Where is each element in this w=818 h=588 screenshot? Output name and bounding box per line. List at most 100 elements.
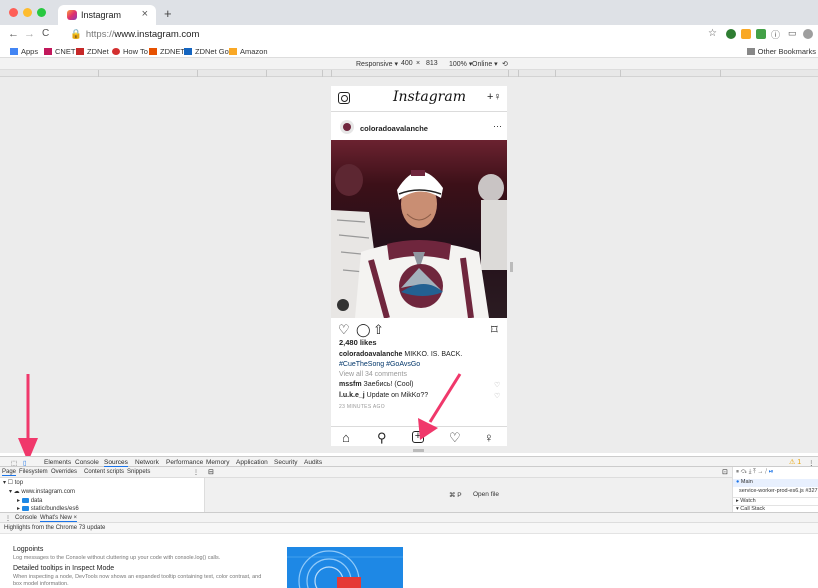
network-throttle-dropdown[interactable]: Online ▾	[472, 60, 498, 68]
extension-icon-3[interactable]	[756, 29, 766, 39]
instagram-logo[interactable]: Instagram	[393, 89, 466, 105]
share-icon[interactable]: ⇧	[373, 322, 384, 338]
tab-page[interactable]: Page	[2, 469, 17, 476]
post-caption: coloradoavalanche MIKKO. IS. BACK. #CueT…	[339, 350, 505, 370]
tab-close-icon[interactable]: ×	[142, 8, 148, 20]
tab-application[interactable]: Application	[236, 459, 268, 466]
bookmark-zdnet-2[interactable]: ZDNET	[149, 47, 185, 56]
tab-content-scripts[interactable]: Content scripts	[84, 469, 124, 475]
tab-performance[interactable]: Performance	[166, 459, 203, 466]
caption-hashtags[interactable]: #CueTheSong #GoAvsGo	[339, 361, 420, 368]
bookmark-zdnet[interactable]: ZDNet	[76, 47, 109, 56]
comment-text: Заебись! (Cool)	[361, 381, 414, 388]
more-options-icon[interactable]: ···	[493, 121, 502, 131]
other-bookmarks[interactable]: Other Bookmarks	[746, 47, 816, 56]
extension-icon-1[interactable]	[726, 29, 736, 39]
forward-button[interactable]: →	[24, 28, 35, 40]
media-query-ruler[interactable]	[0, 70, 818, 77]
navigator-menu-icon[interactable]: ⋮	[193, 469, 199, 476]
whats-new-item-title[interactable]: Logpoints	[13, 546, 43, 553]
tab-memory[interactable]: Memory	[206, 459, 229, 466]
drawer-tab-console[interactable]: Console	[15, 515, 37, 521]
drawer-tab-whats-new[interactable]: What's New ×	[40, 515, 77, 522]
inspect-element-icon[interactable]: ⬚	[11, 459, 17, 467]
navigation-bar: ← → C 🔒 https://www.instagram.com ☆ ⓘ ▭	[0, 25, 818, 44]
comment-icon[interactable]: ◯	[356, 322, 371, 338]
tab-overrides[interactable]: Overrides	[51, 469, 77, 475]
device-height-input[interactable]: 813	[426, 60, 438, 67]
address-bar[interactable]: 🔒 https://www.instagram.com	[70, 29, 199, 40]
new-tab-button[interactable]: +	[164, 6, 172, 21]
maximize-window-button[interactable]	[37, 8, 46, 17]
bookmark-amazon[interactable]: Amazon	[229, 47, 268, 56]
likes-count[interactable]: 2,480 likes	[339, 338, 377, 347]
bookmark-zdnet-got[interactable]: ZDNet Got	[184, 47, 231, 56]
minimize-window-button[interactable]	[23, 8, 32, 17]
warning-count-badge[interactable]: ⚠ 1	[789, 458, 801, 466]
comment-like-heart-icon[interactable]: ♡	[494, 392, 500, 400]
close-window-button[interactable]	[9, 8, 18, 17]
thread-main[interactable]: ● Main	[733, 479, 818, 487]
tab-network[interactable]: Network	[135, 459, 159, 466]
tree-item-static-folder[interactable]: ▸ static/bundles/es6	[17, 505, 79, 512]
post-photo[interactable]	[331, 140, 507, 318]
drawer-tab-bar: ⋮ Console What's New ×	[0, 512, 818, 523]
bookmark-apps[interactable]: Apps	[10, 47, 38, 56]
browser-tab-instagram[interactable]: Instagram ×	[58, 5, 156, 25]
bookmark-how-to[interactable]: How To	[112, 47, 148, 56]
tab-filesystem[interactable]: Filesystem	[19, 469, 48, 475]
like-heart-icon[interactable]: ♡	[338, 322, 350, 338]
reload-button[interactable]: C	[42, 28, 49, 39]
tree-item-host[interactable]: ▾ ☁ www.instagram.com	[9, 488, 75, 495]
comment-username[interactable]: l.u.k.e_j	[339, 392, 365, 399]
thread-service-worker[interactable]: service-worker-prod-es6.js #327	[733, 488, 818, 496]
drawer-menu-icon[interactable]: ⋮	[5, 515, 11, 522]
toggle-debugger-icon[interactable]: ⊡	[722, 468, 728, 476]
devtools-tab-bar: ⬚ ▯ Elements Console Sources Network Per…	[0, 456, 818, 467]
open-file-label: Open file	[473, 491, 500, 498]
tab-elements[interactable]: Elements	[44, 459, 71, 466]
device-width-input[interactable]: 400	[401, 60, 413, 67]
caption-username[interactable]: coloradoavalanche	[339, 351, 402, 358]
toggle-navigator-icon[interactable]: ⊟	[208, 468, 214, 476]
search-icon[interactable]: ⚲	[377, 430, 387, 446]
tree-item-top[interactable]: ▾ ☐ top	[3, 479, 23, 486]
rotate-icon[interactable]: ⟲	[502, 60, 508, 68]
tab-security[interactable]: Security	[274, 459, 297, 466]
tree-item-data-folder[interactable]: ▸ data	[17, 497, 42, 504]
view-all-comments-link[interactable]: View all 34 comments	[339, 371, 407, 378]
tab-sources[interactable]: Sources	[104, 459, 128, 467]
info-icon[interactable]: ⓘ	[771, 28, 780, 41]
back-button[interactable]: ←	[8, 28, 19, 40]
whats-new-item-title[interactable]: Detailed tooltips in Inspect Mode	[13, 565, 114, 572]
toggle-device-toolbar-icon[interactable]: ▯	[23, 459, 27, 467]
profile-avatar[interactable]	[803, 29, 813, 39]
dimension-separator: ×	[416, 60, 421, 67]
tab-snippets[interactable]: Snippets	[127, 469, 150, 475]
extension-icon-2[interactable]	[741, 29, 751, 39]
post-avatar[interactable]	[340, 120, 354, 134]
sources-file-tree: ▾ ☐ top ▾ ☁ www.instagram.com ▸ data ▸ s…	[0, 478, 205, 512]
watch-section[interactable]: ▸ Watch	[733, 497, 818, 505]
zoom-dropdown[interactable]: 100% ▾	[449, 60, 472, 68]
add-person-icon[interactable]: +♀	[487, 91, 502, 103]
device-mode-dropdown[interactable]: Responsive ▾	[356, 60, 398, 68]
tab-console[interactable]: Console	[75, 459, 99, 466]
bookmark-save-icon[interactable]: ⌑	[491, 322, 498, 338]
instagram-favicon-icon	[67, 10, 77, 20]
comment-like-heart-icon[interactable]: ♡	[494, 381, 500, 389]
tab-audits[interactable]: Audits	[304, 459, 322, 466]
viewport-resize-handle-bottom[interactable]	[413, 449, 424, 452]
bookmark-star-icon[interactable]: ☆	[708, 28, 717, 39]
bookmark-cnet[interactable]: CNET	[44, 47, 75, 56]
home-icon[interactable]: ⌂	[342, 430, 350, 445]
devtools-menu-icon[interactable]: ⋮	[808, 459, 815, 467]
camera-icon[interactable]	[338, 92, 350, 104]
profile-icon[interactable]: ♀	[484, 430, 494, 445]
cast-icon[interactable]: ▭	[788, 28, 797, 39]
open-file-shortcut: ⌘ P	[449, 492, 462, 499]
viewport-resize-handle-right[interactable]	[510, 262, 513, 272]
comment-username[interactable]: mssfm	[339, 381, 362, 388]
debugger-sidebar: ⏸ ⤼ ⤓ ⤒ → ⧸ ⏯ ● Main service-worker-prod…	[732, 467, 818, 512]
post-username[interactable]: coloradoavalanche	[360, 124, 428, 133]
